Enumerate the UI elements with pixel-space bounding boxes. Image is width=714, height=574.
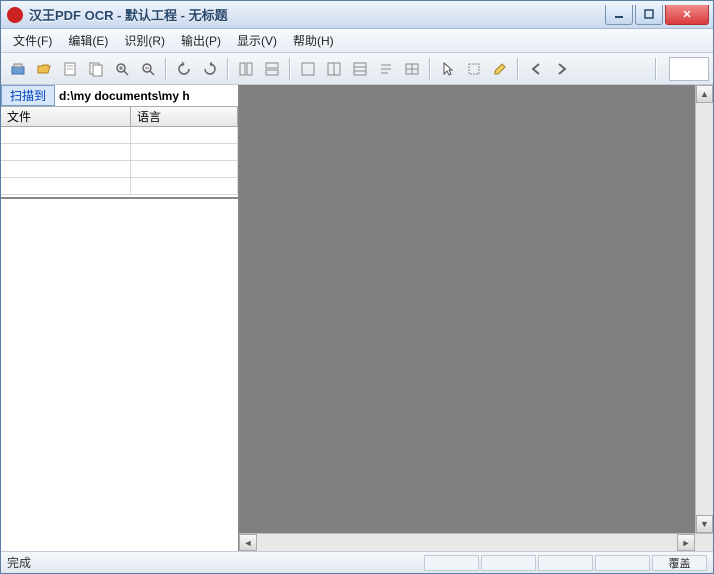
edit-button[interactable] xyxy=(488,57,512,81)
layout2-icon xyxy=(264,61,280,77)
menu-output[interactable]: 输出(P) xyxy=(173,29,229,52)
col-file-header[interactable]: 文件 xyxy=(1,107,131,126)
grid-icon xyxy=(300,61,316,77)
table-icon xyxy=(404,61,420,77)
file-list-headers: 文件 语言 xyxy=(1,107,238,127)
toolbar-right-box[interactable] xyxy=(669,57,709,81)
menu-recognize[interactable]: 识别(R) xyxy=(116,29,173,52)
layout-icon xyxy=(238,61,254,77)
page-icon xyxy=(62,61,78,77)
menu-help[interactable]: 帮助(H) xyxy=(285,29,342,52)
status-overwrite: 覆盖 xyxy=(652,555,707,571)
rotate-left-button[interactable] xyxy=(172,57,196,81)
pages-icon xyxy=(88,61,104,77)
arrow-left-icon xyxy=(528,61,544,77)
titlebar: 汉王PDF OCR - 默认工程 - 无标题 xyxy=(1,1,713,29)
sidebar-preview xyxy=(1,197,238,551)
app-icon xyxy=(7,7,23,23)
scroll-track[interactable] xyxy=(257,534,677,551)
zoom-in-button[interactable] xyxy=(110,57,134,81)
next-button[interactable] xyxy=(550,57,574,81)
sidebar: 扫描到 d:\my documents\my h 文件 语言 xyxy=(1,85,239,551)
minimize-button[interactable] xyxy=(605,5,633,25)
file-list-grid[interactable] xyxy=(1,127,238,197)
rotate-right-button[interactable] xyxy=(198,57,222,81)
scan-button[interactable] xyxy=(6,57,30,81)
status-panel xyxy=(595,555,650,571)
maximize-icon xyxy=(644,9,654,19)
scan-to-row: 扫描到 d:\my documents\my h xyxy=(1,85,238,107)
horizontal-scrollbar[interactable]: ◄ ► xyxy=(239,533,713,551)
document-viewer: ▲ ▼ ◄ ► xyxy=(239,85,713,551)
scroll-left-button[interactable]: ◄ xyxy=(239,534,257,551)
view1-button[interactable] xyxy=(296,57,320,81)
layout1-button[interactable] xyxy=(234,57,258,81)
toolbar-separator xyxy=(289,58,291,80)
app-window: 汉王PDF OCR - 默认工程 - 无标题 文件(F) 编辑(E) 识别(R)… xyxy=(0,0,714,574)
page-setup-button[interactable] xyxy=(58,57,82,81)
status-panel xyxy=(424,555,479,571)
zoom-out-icon xyxy=(140,61,156,77)
prev-button[interactable] xyxy=(524,57,548,81)
pencil-icon xyxy=(492,61,508,77)
rotate-right-icon xyxy=(202,61,218,77)
folder-open-icon xyxy=(36,61,52,77)
toolbar xyxy=(1,53,713,85)
close-icon xyxy=(682,9,692,19)
list-icon xyxy=(352,61,368,77)
window-title: 汉王PDF OCR - 默认工程 - 无标题 xyxy=(29,5,603,24)
open-button[interactable] xyxy=(32,57,56,81)
scroll-track[interactable] xyxy=(696,103,713,515)
table-row xyxy=(1,161,238,178)
arrow-right-icon xyxy=(554,61,570,77)
layout2-button[interactable] xyxy=(260,57,284,81)
minimize-icon xyxy=(614,9,624,19)
main-area: 扫描到 d:\my documents\my h 文件 语言 ▲ xyxy=(1,85,713,551)
status-panel xyxy=(538,555,593,571)
cursor-button[interactable] xyxy=(436,57,460,81)
zoom-in-icon xyxy=(114,61,130,77)
status-panel xyxy=(481,555,536,571)
menu-file[interactable]: 文件(F) xyxy=(5,29,60,52)
toolbar-separator xyxy=(165,58,167,80)
toolbar-separator xyxy=(517,58,519,80)
scan-path-field[interactable]: d:\my documents\my h xyxy=(55,85,238,106)
page-next-button[interactable] xyxy=(84,57,108,81)
view5-button[interactable] xyxy=(400,57,424,81)
scan-to-button[interactable]: 扫描到 xyxy=(1,85,55,106)
scroll-corner xyxy=(695,534,713,551)
scroll-up-button[interactable]: ▲ xyxy=(696,85,713,103)
scroll-right-button[interactable]: ► xyxy=(677,534,695,551)
vertical-scrollbar[interactable]: ▲ ▼ xyxy=(695,85,713,533)
cursor-icon xyxy=(440,61,456,77)
viewer-inner: ▲ ▼ xyxy=(239,85,713,533)
columns-icon xyxy=(326,61,342,77)
view4-button[interactable] xyxy=(374,57,398,81)
menu-view[interactable]: 显示(V) xyxy=(229,29,285,52)
table-row xyxy=(1,144,238,161)
table-row xyxy=(1,127,238,144)
col-lang-header[interactable]: 语言 xyxy=(131,107,238,126)
view2-button[interactable] xyxy=(322,57,346,81)
toolbar-separator xyxy=(655,58,657,80)
window-buttons xyxy=(603,5,709,25)
select-button[interactable] xyxy=(462,57,486,81)
zoom-out-button[interactable] xyxy=(136,57,160,81)
statusbar: 完成 覆盖 xyxy=(1,551,713,573)
menu-edit[interactable]: 编辑(E) xyxy=(60,29,116,52)
table-row xyxy=(1,178,238,195)
toolbar-separator xyxy=(429,58,431,80)
status-text: 完成 xyxy=(7,554,422,571)
rotate-left-icon xyxy=(176,61,192,77)
scroll-down-button[interactable]: ▼ xyxy=(696,515,713,533)
maximize-button[interactable] xyxy=(635,5,663,25)
text-icon xyxy=(378,61,394,77)
view3-button[interactable] xyxy=(348,57,372,81)
scanner-icon xyxy=(10,61,26,77)
marquee-icon xyxy=(466,61,482,77)
toolbar-separator xyxy=(227,58,229,80)
menubar: 文件(F) 编辑(E) 识别(R) 输出(P) 显示(V) 帮助(H) xyxy=(1,29,713,53)
close-button[interactable] xyxy=(665,5,709,25)
viewer-canvas[interactable] xyxy=(239,85,695,533)
